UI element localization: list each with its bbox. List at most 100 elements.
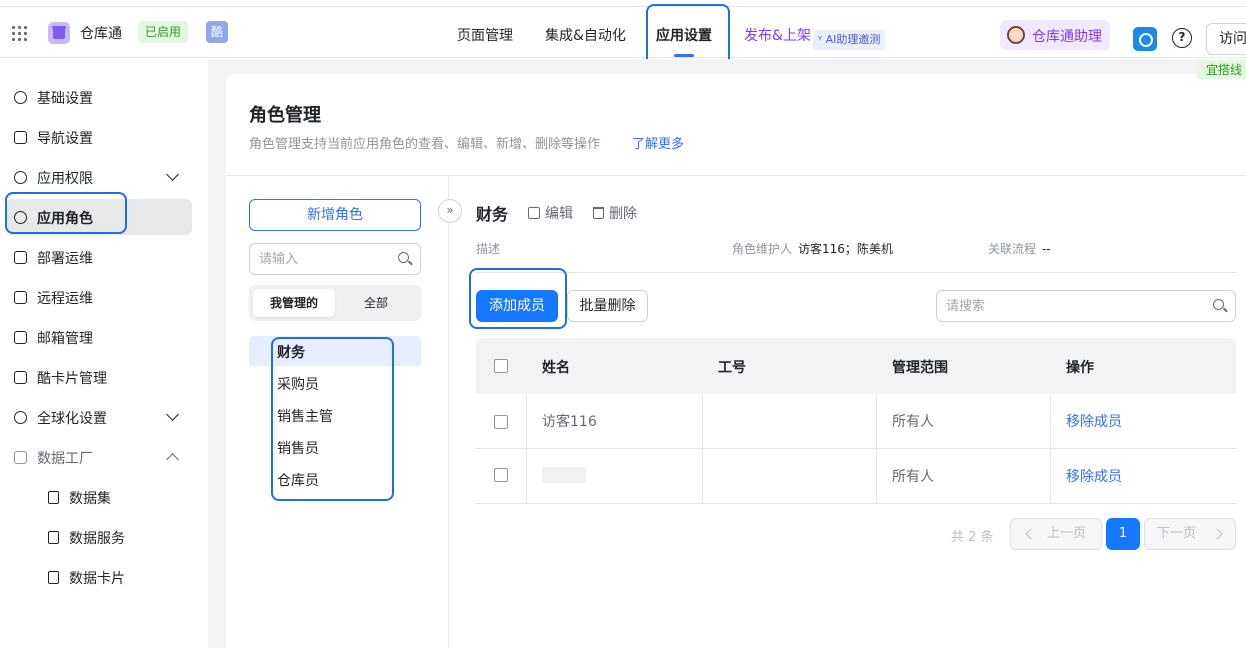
help-icon[interactable]: ? (1172, 28, 1192, 48)
edit-role-button[interactable]: 编辑 (528, 203, 573, 223)
sidebar-subitem-data-service[interactable]: 数据服务 (40, 519, 190, 555)
column-header-actions: 操作 (1066, 360, 1094, 376)
details-divider (476, 272, 1236, 273)
pagination-prev-button[interactable]: 上一页 (1010, 518, 1102, 550)
data-card-icon (48, 571, 59, 584)
remove-member-link[interactable]: 移除成员 (1066, 411, 1122, 431)
assistant-avatar (1007, 26, 1025, 44)
role-maintainer-field: 角色维护人 访客116；陈美机 (732, 240, 893, 257)
sidebar-item-label: 邮箱管理 (37, 331, 93, 347)
sidebar-item-label: 数据工厂 (37, 451, 93, 467)
sidebar-item-globalization[interactable]: 全球化设置 (6, 399, 192, 435)
sidebar-item-label: 基础设置 (37, 91, 93, 107)
sidebar-item-label: 部署运维 (37, 251, 93, 267)
role-filter-segmented: 我管理的 全部 (249, 285, 421, 321)
member-search-input[interactable] (946, 297, 1196, 315)
sidebar-item-card-management[interactable]: 酷卡片管理 (6, 359, 192, 395)
search-icon[interactable] (398, 252, 409, 263)
bulk-delete-button[interactable]: 批量删除 (567, 290, 648, 322)
data-service-icon (48, 531, 59, 544)
sidebar-item-data-factory[interactable]: 数据工厂 (6, 439, 192, 475)
member-search-field (936, 290, 1236, 322)
sidebar-item-app-permissions[interactable]: 应用权限 (6, 159, 192, 195)
edit-icon (528, 207, 540, 219)
deploy-icon (14, 251, 27, 264)
dataset-icon (48, 491, 59, 504)
segment-my-managed[interactable]: 我管理的 (253, 289, 335, 317)
tab-publish[interactable]: 发布&上架 (744, 25, 811, 45)
sidebar-item-basic-settings[interactable]: 基础设置 (6, 79, 192, 115)
app-logo (48, 22, 70, 44)
segment-all[interactable]: 全部 (335, 289, 417, 317)
chevron-down-icon (166, 408, 179, 421)
maintainer-value: 访客116；陈美机 (798, 242, 893, 256)
learn-more-link[interactable]: 了解更多 (632, 133, 684, 152)
extension-icon[interactable] (1133, 27, 1157, 51)
highlight-box-add-member (469, 268, 567, 329)
delete-label: 删除 (609, 206, 637, 222)
corner-tag[interactable]: 宜搭线 (1197, 61, 1246, 79)
sidebar-item-label: 导航设置 (37, 131, 93, 147)
cell-divider (702, 449, 876, 503)
visit-button[interactable]: 访问 (1206, 23, 1246, 55)
pagination-total: 共 2 条 (951, 530, 994, 545)
related-flow-field: 关联流程 -- (988, 240, 1051, 257)
table-row: 所有人 移除成员 (476, 449, 1236, 504)
status-badge: 已启用 (138, 21, 189, 43)
mail-icon (14, 331, 27, 344)
select-all-checkbox[interactable] (494, 359, 508, 373)
assistant-label: 仓库通助理 (1032, 29, 1102, 45)
monitor-icon (14, 291, 27, 304)
pagination-current-page[interactable]: 1 (1106, 518, 1140, 550)
sidebar-item-label: 远程运维 (37, 291, 93, 307)
member-name: 访客116 (542, 414, 597, 430)
role-search-input[interactable] (259, 250, 389, 268)
chevron-up-icon (166, 453, 179, 466)
sidebar-subitem-label: 数据服务 (69, 531, 125, 547)
row-checkbox[interactable] (494, 468, 508, 482)
cell-divider (702, 394, 876, 448)
search-icon[interactable] (1213, 299, 1224, 310)
app-name: 仓库通 (80, 26, 122, 42)
tab-page-management[interactable]: 页面管理 (457, 25, 513, 45)
redacted-name (542, 467, 586, 483)
sidebar-subitem-label: 数据卡片 (69, 571, 125, 587)
top-bar: 仓库通 已启用 酷 页面管理 集成&自动化 应用设置 发布&上架 ᵞ AI助理邀… (0, 6, 1246, 58)
row-checkbox[interactable] (494, 415, 508, 429)
sidebar-item-remote-ops[interactable]: 远程运维 (6, 279, 192, 315)
user-lock-icon (14, 171, 27, 184)
gear-icon (14, 91, 27, 104)
table-row: 访客116 所有人 移除成员 (476, 394, 1236, 449)
ai-assistant-tag[interactable]: ᵞ AI助理邀测 (813, 30, 886, 50)
app-grid-icon[interactable] (12, 26, 27, 41)
sidebar-item-label: 应用权限 (37, 171, 93, 187)
description-key: 描述 (476, 242, 501, 256)
member-scope: 所有人 (892, 469, 934, 485)
sidebar-subitem-data-card[interactable]: 数据卡片 (40, 559, 190, 595)
pagination-next-button[interactable]: 下一页 (1144, 518, 1236, 550)
remove-member-link[interactable]: 移除成员 (1066, 466, 1122, 486)
role-search-field (249, 243, 421, 275)
page-title: 角色管理 (249, 105, 321, 126)
tab-integration-automation[interactable]: 集成&自动化 (545, 25, 626, 45)
role-detail-title: 财务 (476, 205, 509, 224)
sidebar-item-mail-management[interactable]: 邮箱管理 (6, 319, 192, 355)
chevron-left-icon (1025, 528, 1037, 540)
edit-label: 编辑 (545, 206, 573, 222)
highlight-box-app-roles (5, 192, 127, 234)
pagination-next-label: 下一页 (1157, 526, 1197, 541)
column-header-employee-id: 工号 (718, 360, 746, 376)
sidebar-item-label: 酷卡片管理 (37, 371, 107, 387)
sidebar-item-navigation-settings[interactable]: 导航设置 (6, 119, 192, 155)
card-icon (14, 371, 27, 384)
chevron-down-icon (166, 168, 179, 181)
add-role-button[interactable]: 新增角色 (249, 199, 421, 231)
chevron-right-icon (1211, 528, 1223, 540)
sidebar-subitem-dataset[interactable]: 数据集 (40, 479, 190, 515)
sidebar-subitem-label: 数据集 (69, 491, 111, 507)
delete-role-button[interactable]: 删除 (593, 203, 637, 223)
related-flow-value: -- (1042, 242, 1051, 256)
assistant-button[interactable]: 仓库通助理 (1000, 20, 1110, 50)
collapse-panel-button[interactable]: » (438, 199, 462, 223)
sidebar-item-deploy-ops[interactable]: 部署运维 (6, 239, 192, 275)
